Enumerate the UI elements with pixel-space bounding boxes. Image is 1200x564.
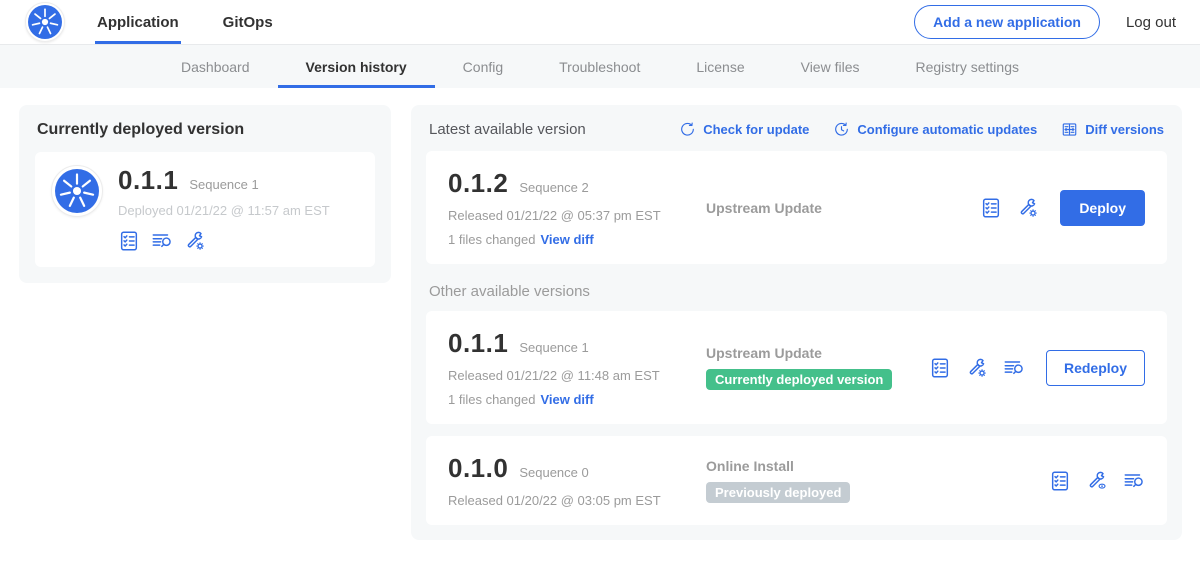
diff-versions-link[interactable]: Diff versions [1061, 121, 1164, 138]
refresh-icon [679, 121, 696, 138]
add-application-button[interactable]: Add a new application [914, 5, 1100, 39]
files-changed-label: 1 files changed [448, 392, 535, 407]
top-tabs: Application GitOps [95, 0, 315, 44]
version-row-0-1-1: 0.1.1 Sequence 1 Released 01/21/22 @ 11:… [426, 311, 1167, 424]
subnav-item-view-files[interactable]: View files [773, 45, 888, 88]
version-source: Upstream Update [706, 200, 980, 216]
source-label: Upstream Update [706, 200, 980, 216]
released-timestamp: Released 01/20/22 @ 03:05 pm EST [448, 493, 706, 508]
version-history-panel: Latest available version Check for updat… [411, 105, 1182, 540]
version-source: Online Install Previously deployed [706, 458, 1049, 503]
version-number: 0.1.0 [448, 453, 508, 484]
version-info: 0.1.2 Sequence 2 Released 01/21/22 @ 05:… [448, 168, 706, 247]
check-for-update-link[interactable]: Check for update [679, 121, 809, 138]
subnav-item-version-history[interactable]: Version history [278, 45, 435, 88]
diff-versions-label: Diff versions [1085, 122, 1164, 137]
configure-automatic-updates-link[interactable]: Configure automatic updates [833, 121, 1037, 138]
tab-application-label: Application [97, 14, 179, 31]
sequence-label: Sequence 0 [519, 465, 588, 480]
tab-gitops[interactable]: GitOps [221, 0, 275, 44]
deploy-button[interactable]: Deploy [1060, 190, 1145, 226]
subnav-item-registry-settings[interactable]: Registry settings [888, 45, 1047, 88]
version-actions: Redeploy [929, 350, 1145, 386]
edit-config-icon[interactable] [1017, 197, 1039, 219]
view-logs-icon[interactable] [151, 230, 173, 252]
preflight-checks-icon[interactable] [118, 230, 140, 252]
main-content: Currently deployed version 0.1.1 Sequenc… [0, 88, 1200, 540]
top-header: Application GitOps Add a new application… [0, 0, 1200, 45]
version-info: 0.1.0 Sequence 0 Released 01/20/22 @ 03:… [448, 453, 706, 508]
redeploy-button[interactable]: Redeploy [1046, 350, 1145, 386]
latest-available-title: Latest available version [429, 121, 586, 138]
subnav-item-license[interactable]: License [668, 45, 772, 88]
view-diff-link[interactable]: View diff [540, 392, 593, 407]
version-source: Upstream Update Currently deployed versi… [706, 345, 929, 390]
currently-deployed-badge: Currently deployed version [706, 369, 892, 390]
panel-actions: Check for update Configure automatic upd… [679, 121, 1164, 138]
subnav-item-dashboard[interactable]: Dashboard [153, 45, 278, 88]
edit-config-icon[interactable] [966, 357, 988, 379]
version-number: 0.1.2 [448, 168, 508, 199]
deployed-version-info: 0.1.1 Sequence 1 Deployed 01/21/22 @ 11:… [118, 165, 330, 252]
schedule-icon [833, 121, 850, 138]
tab-gitops-label: GitOps [223, 14, 273, 31]
app-subnav: Dashboard Version history Config Trouble… [0, 45, 1200, 88]
diff-icon [1061, 121, 1078, 138]
other-available-title: Other available versions [429, 283, 1164, 300]
source-label: Upstream Update [706, 345, 929, 361]
currently-deployed-version-card: 0.1.1 Sequence 1 Deployed 01/21/22 @ 11:… [35, 152, 375, 267]
preflight-checks-icon[interactable] [980, 197, 1002, 219]
edit-config-icon[interactable] [184, 230, 206, 252]
currently-deployed-card: Currently deployed version 0.1.1 Sequenc… [19, 105, 391, 283]
configure-automatic-updates-label: Configure automatic updates [857, 122, 1037, 137]
deployed-sequence-label: Sequence 1 [189, 177, 258, 192]
preflight-checks-icon[interactable] [929, 357, 951, 379]
source-label: Online Install [706, 458, 1049, 474]
version-number: 0.1.1 [448, 328, 508, 359]
app-kubernetes-logo-icon [51, 165, 103, 217]
version-actions: Deploy [980, 190, 1145, 226]
sequence-label: Sequence 2 [519, 180, 588, 195]
tab-application[interactable]: Application [95, 0, 181, 44]
subnav-item-config[interactable]: Config [435, 45, 531, 88]
check-for-update-label: Check for update [703, 122, 809, 137]
released-timestamp: Released 01/21/22 @ 05:37 pm EST [448, 208, 706, 223]
sequence-label: Sequence 1 [519, 340, 588, 355]
preflight-checks-icon[interactable] [1049, 470, 1071, 492]
released-timestamp: Released 01/21/22 @ 11:48 am EST [448, 368, 706, 383]
deployed-version-number: 0.1.1 [118, 165, 178, 196]
logout-button[interactable]: Log out [1126, 14, 1176, 31]
version-row-0-1-0: 0.1.0 Sequence 0 Released 01/20/22 @ 03:… [426, 436, 1167, 525]
version-row-0-1-2: 0.1.2 Sequence 2 Released 01/21/22 @ 05:… [426, 151, 1167, 264]
kubernetes-logo-icon [25, 2, 65, 42]
version-info: 0.1.1 Sequence 1 Released 01/21/22 @ 11:… [448, 328, 706, 407]
subnav-item-troubleshoot[interactable]: Troubleshoot [531, 45, 668, 88]
version-actions [1049, 470, 1145, 492]
deployed-timestamp: Deployed 01/21/22 @ 11:57 am EST [118, 203, 330, 218]
files-changed-label: 1 files changed [448, 232, 535, 247]
view-config-icon[interactable] [1086, 470, 1108, 492]
view-logs-icon[interactable] [1003, 357, 1025, 379]
header-right: Add a new application Log out [914, 0, 1176, 44]
view-logs-icon[interactable] [1123, 470, 1145, 492]
currently-deployed-title: Currently deployed version [37, 121, 375, 139]
previously-deployed-badge: Previously deployed [706, 482, 850, 503]
view-diff-link[interactable]: View diff [540, 232, 593, 247]
